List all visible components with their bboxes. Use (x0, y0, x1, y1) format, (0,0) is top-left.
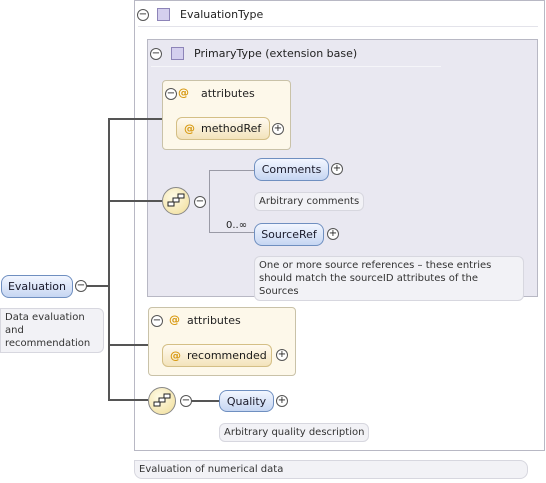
expand-recommended-icon[interactable]: + (276, 349, 288, 361)
complex-type-icon (171, 47, 184, 60)
sequence-icon[interactable] (148, 387, 176, 415)
attribute-icon: @ (178, 86, 189, 99)
element-quality[interactable]: Quality (219, 390, 274, 412)
sourceref-doc-line-2: should match the sourceID attributes of … (259, 273, 478, 297)
sequence-bracket (209, 170, 210, 232)
branch-attributes-evaluation (108, 344, 148, 346)
comments-doc: Arbitrary comments (254, 192, 365, 211)
sourceref-cardinality: 0..∞ (226, 220, 248, 231)
attribute-icon: @ (170, 349, 181, 362)
primary-type-label: PrimaryType (extension base) (194, 47, 358, 60)
sequence-glyph (167, 193, 185, 207)
sequence-to-quality-connector (191, 400, 219, 402)
attribute-methodref[interactable]: @ methodRef (176, 117, 270, 140)
trunk-vertical (108, 118, 110, 401)
element-sourceref[interactable]: SourceRef (254, 223, 324, 246)
evaluation-doc-line-3: recommendation (5, 338, 91, 349)
branch-sequence-evaluation (108, 399, 148, 401)
attribute-recommended-label: recommended (187, 349, 267, 362)
element-sourceref-label: SourceRef (261, 228, 317, 241)
attributes-label: attributes (201, 87, 255, 100)
collapse-sequence-icon[interactable]: − (194, 196, 206, 208)
expand-quality-icon[interactable]: + (276, 395, 288, 407)
attribute-methodref-label: methodRef (201, 122, 262, 135)
primary-type-divider (151, 66, 441, 67)
collapse-attributes-icon[interactable]: − (151, 315, 163, 327)
evaluation-type-label: EvaluationType (180, 8, 264, 21)
attribute-icon: @ (184, 122, 195, 135)
evaluation-type-doc: Evaluation of numerical data (134, 460, 528, 479)
quality-doc: Arbitrary quality description (219, 423, 370, 442)
root-connector (87, 285, 110, 287)
evaluation-type-divider (138, 26, 538, 27)
sourceref-doc: One or more source references – these en… (254, 256, 524, 301)
expand-comments-icon[interactable]: + (331, 163, 343, 175)
evaluation-doc-line-2: and (5, 325, 24, 336)
attribute-recommended[interactable]: @ recommended (162, 344, 272, 367)
evaluation-doc-line-1: Data evaluation (5, 312, 85, 323)
collapse-attributes-icon[interactable]: − (165, 88, 177, 100)
sequence-icon[interactable] (162, 187, 190, 215)
branch-attributes-primary (108, 118, 162, 120)
attribute-icon: @ (169, 313, 180, 326)
complex-type-icon (157, 8, 170, 21)
branch-sequence-primary (108, 200, 162, 202)
attributes-label: attributes (187, 314, 241, 327)
collapse-evaluation-type-icon[interactable]: − (137, 9, 149, 21)
evaluation-doc: Data evaluation and recommendation (0, 308, 104, 353)
bracket-bottom (209, 232, 255, 233)
expand-sourceref-icon[interactable]: + (327, 228, 339, 240)
sourceref-doc-line-1: One or more source references – these en… (259, 260, 492, 271)
element-quality-label: Quality (226, 394, 267, 408)
expand-methodref-icon[interactable]: + (272, 123, 284, 135)
collapse-evaluation-icon[interactable]: − (75, 280, 87, 292)
element-comments[interactable]: Comments (254, 158, 329, 181)
element-evaluation-label: Evaluation (7, 280, 67, 293)
element-evaluation[interactable]: Evaluation (1, 275, 73, 298)
collapse-primary-type-icon[interactable]: − (150, 48, 162, 60)
bracket-top (209, 170, 255, 171)
sequence-glyph (153, 393, 171, 407)
element-comments-label: Comments (261, 163, 322, 176)
